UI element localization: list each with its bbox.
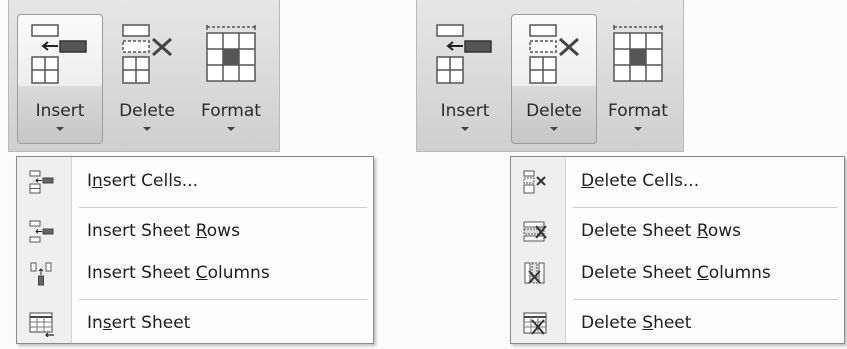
format-label: Format (201, 101, 261, 121)
chevron-down-icon (634, 127, 642, 131)
insert-sheet-icon (29, 312, 54, 337)
cells-ribbon-group: Insert Delete Format (416, 0, 684, 152)
insert-cells-icon (29, 170, 54, 194)
insert-label: Insert (35, 101, 85, 121)
chevron-down-icon (143, 127, 151, 131)
menu-item-label: Delete Sheet (581, 313, 692, 333)
insert-label: Insert (440, 101, 490, 121)
chevron-down-icon (461, 127, 469, 131)
menu-item-insert-cells[interactable]: Insert Cells... (17, 161, 373, 203)
format-button[interactable]: Format (597, 14, 679, 144)
format-button[interactable]: Format (189, 14, 273, 144)
delete-label: Delete (119, 101, 175, 121)
format-label: Format (608, 101, 668, 121)
delete-columns-icon (524, 262, 545, 284)
menu-item-delete-sheet[interactable]: Delete Sheet (511, 303, 844, 345)
delete-sheet-icon (523, 312, 547, 335)
menu-separator (79, 207, 367, 208)
menu-item-delete-cells[interactable]: Delete Cells... (511, 161, 844, 203)
menu-item-label: Insert Sheet Rows (87, 221, 240, 241)
menu-item-label: Insert Cells... (87, 171, 199, 191)
delete-cells-icon (523, 170, 546, 194)
delete-rows-icon (523, 221, 547, 242)
menu-item-label: Insert Sheet (87, 313, 191, 333)
chevron-down-icon (56, 127, 64, 131)
insert-dropdown-menu: Insert Cells... Insert Sheet Rows Insert… (16, 156, 374, 344)
delete-button[interactable]: Delete (107, 14, 187, 144)
insert-button[interactable]: Insert (17, 14, 103, 144)
cells-ribbon-group: Insert Delete Format (8, 0, 280, 152)
insert-columns-icon (30, 262, 52, 286)
menu-item-insert-sheet-rows[interactable]: Insert Sheet Rows (17, 211, 373, 253)
menu-item-label: Insert Sheet Columns (87, 263, 270, 283)
insert-cells-icon (31, 24, 87, 84)
menu-separator (573, 207, 838, 208)
delete-cells-icon (122, 24, 172, 84)
insert-button[interactable]: Insert (421, 14, 509, 144)
chevron-down-icon (550, 127, 558, 131)
delete-label: Delete (526, 101, 582, 121)
menu-item-insert-sheet[interactable]: Insert Sheet (17, 303, 373, 345)
delete-button[interactable]: Delete (511, 14, 597, 144)
menu-item-label: Delete Sheet Columns (581, 263, 771, 283)
insert-rows-icon (29, 220, 54, 243)
menu-separator (79, 299, 367, 300)
delete-cells-icon (529, 24, 579, 84)
menu-item-label: Delete Cells... (581, 171, 700, 191)
delete-dropdown-menu: Delete Cells... Delete Sheet Rows Delete… (510, 156, 845, 344)
menu-separator (573, 299, 838, 300)
menu-item-insert-sheet-columns[interactable]: Insert Sheet Columns (17, 253, 373, 295)
format-cells-icon (206, 25, 256, 82)
format-cells-icon (613, 25, 663, 82)
menu-item-delete-sheet-columns[interactable]: Delete Sheet Columns (511, 253, 844, 295)
insert-cells-icon (436, 24, 492, 84)
menu-item-delete-sheet-rows[interactable]: Delete Sheet Rows (511, 211, 844, 253)
menu-item-label: Delete Sheet Rows (581, 221, 742, 241)
chevron-down-icon (227, 127, 235, 131)
